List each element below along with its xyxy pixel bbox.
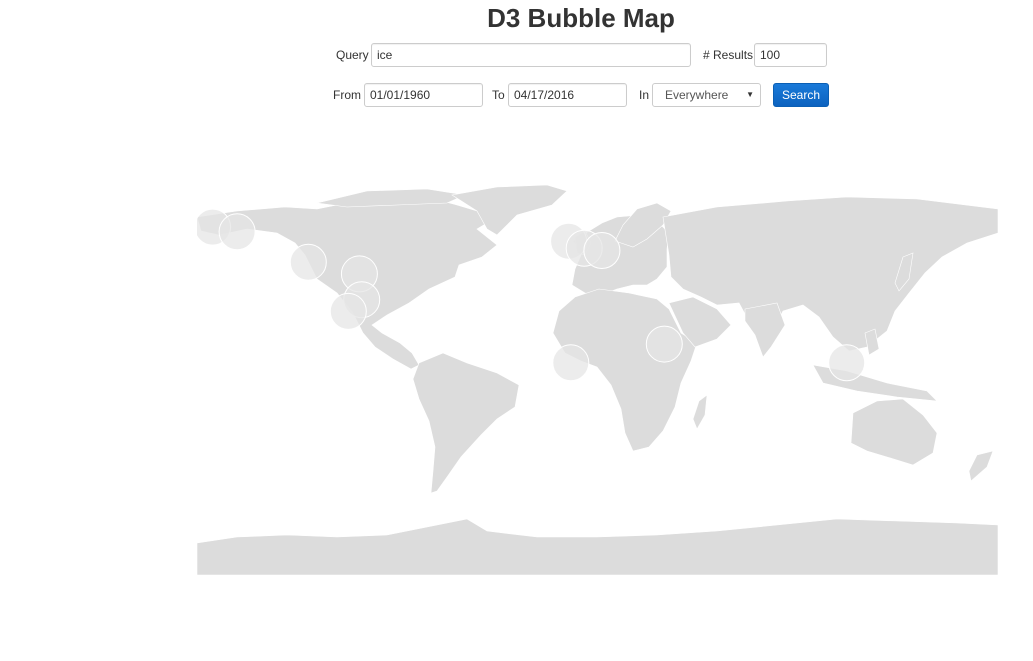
map-bubble[interactable] bbox=[583, 232, 621, 269]
chevron-down-icon: ▼ bbox=[746, 90, 754, 99]
query-label: Query bbox=[336, 48, 369, 62]
results-label: # Results bbox=[703, 48, 754, 62]
map-bubble[interactable] bbox=[329, 292, 367, 330]
to-date-input[interactable] bbox=[508, 83, 627, 107]
location-select-value: Everywhere bbox=[665, 88, 729, 102]
world-map bbox=[197, 185, 998, 575]
antarctica-land bbox=[197, 518, 998, 575]
search-button[interactable]: Search bbox=[773, 83, 829, 107]
new-zealand-land bbox=[968, 450, 994, 482]
from-date-input[interactable] bbox=[364, 83, 483, 107]
map-bubble[interactable] bbox=[645, 325, 683, 363]
map-bubble[interactable] bbox=[552, 344, 590, 382]
in-label: In bbox=[639, 88, 650, 102]
page-title: D3 Bubble Map bbox=[487, 3, 675, 33]
south-america-land bbox=[412, 352, 520, 494]
map-bubble[interactable] bbox=[289, 243, 327, 281]
location-select[interactable]: Everywhere ▼ bbox=[652, 83, 761, 107]
madagascar-land bbox=[692, 394, 708, 430]
map-bubble[interactable] bbox=[828, 344, 866, 382]
page: D3 Bubble Map Query # Results From To In… bbox=[0, 0, 1033, 661]
results-input[interactable] bbox=[754, 43, 827, 67]
query-input[interactable] bbox=[371, 43, 691, 67]
from-label: From bbox=[333, 88, 361, 102]
australia-land bbox=[850, 398, 938, 466]
to-label: To bbox=[492, 88, 505, 102]
india-land bbox=[744, 302, 786, 358]
map-bubble[interactable] bbox=[218, 213, 256, 251]
